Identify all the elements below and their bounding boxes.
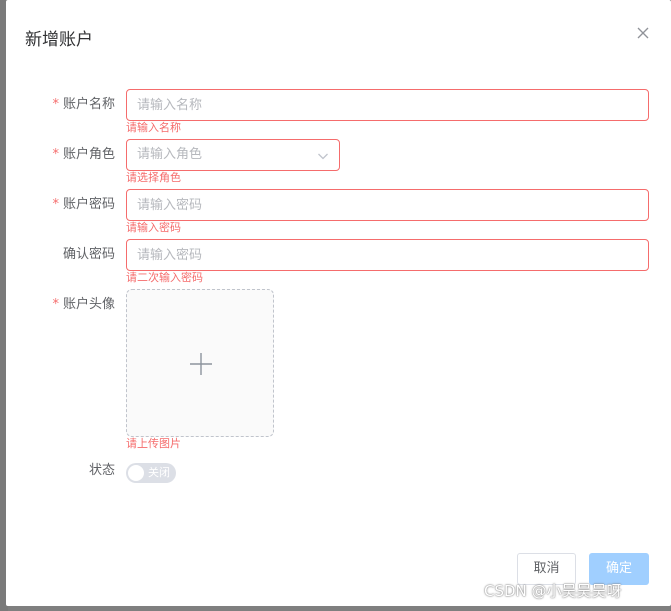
close-button[interactable] bbox=[635, 25, 651, 41]
required-mark: * bbox=[52, 297, 59, 312]
watermark: CSDN @小吴吴吴呀 bbox=[484, 582, 622, 600]
chevron-down-icon bbox=[318, 153, 328, 160]
role-select-placeholder: 请输入角色 bbox=[137, 147, 203, 162]
name-label: * 账户名称 bbox=[52, 97, 115, 112]
required-mark: * bbox=[52, 197, 59, 212]
switch-knob bbox=[128, 465, 144, 481]
password-label: * 账户密码 bbox=[52, 197, 115, 212]
password-input[interactable] bbox=[126, 189, 649, 221]
plus-icon bbox=[190, 353, 212, 375]
role-error: 请选择角色 bbox=[126, 171, 181, 184]
avatar-error: 请上传图片 bbox=[126, 437, 181, 450]
role-select[interactable]: 请输入角色 bbox=[126, 139, 340, 171]
required-mark: * bbox=[52, 147, 59, 162]
dialog-title: 新增账户 bbox=[25, 30, 93, 50]
confirm-error: 请二次输入密码 bbox=[126, 271, 203, 284]
add-account-dialog: 新增账户 *账户名称 请输入名称 *账户角色 请输入角色 请选择角色 *账户密码 bbox=[6, 0, 671, 606]
status-switch[interactable]: 关闭 bbox=[126, 463, 176, 483]
status-label: 状态 bbox=[88, 463, 115, 478]
avatar-upload[interactable] bbox=[126, 289, 274, 437]
close-icon bbox=[637, 27, 649, 39]
password-error: 请输入密码 bbox=[126, 221, 181, 234]
avatar-label: * 账户头像 bbox=[52, 297, 115, 312]
confirm-password-input[interactable] bbox=[126, 239, 649, 271]
required-mark: * bbox=[52, 97, 59, 112]
role-label: * 账户角色 bbox=[52, 147, 115, 162]
name-input[interactable] bbox=[126, 89, 649, 121]
confirm-label: 确认密码 bbox=[62, 247, 115, 262]
name-error: 请输入名称 bbox=[126, 121, 181, 134]
switch-text: 关闭 bbox=[148, 466, 170, 479]
